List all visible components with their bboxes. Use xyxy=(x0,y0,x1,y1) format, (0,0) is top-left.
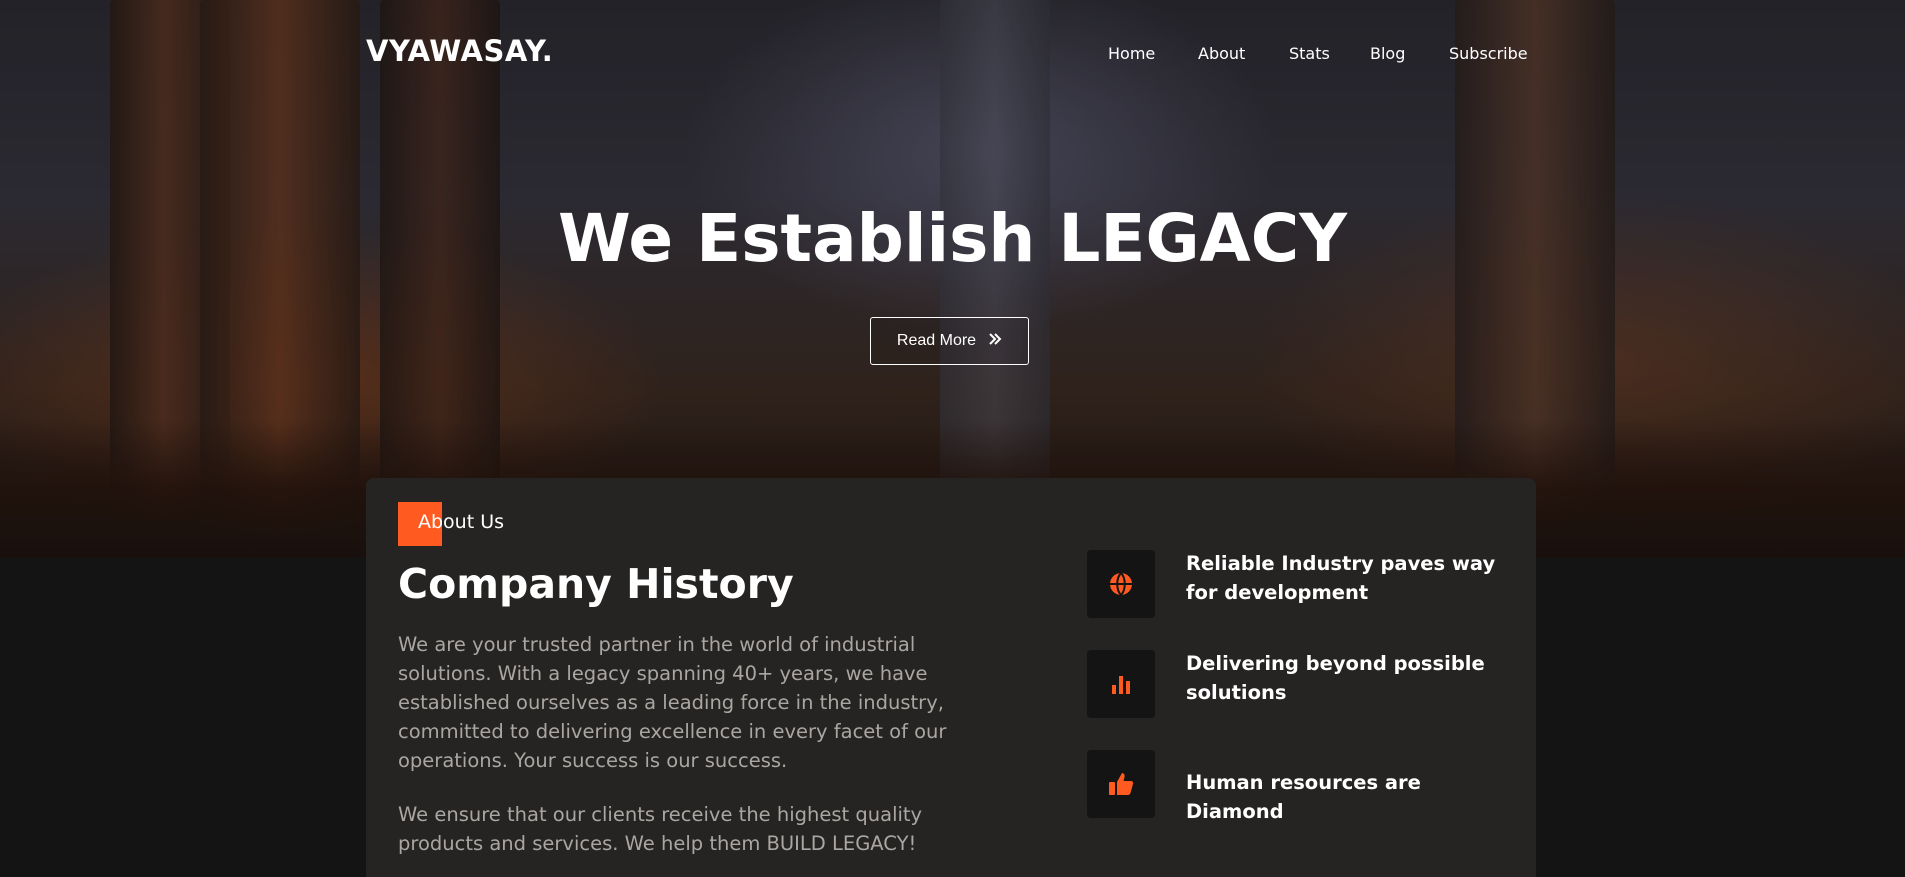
nav-blog[interactable]: Blog xyxy=(1370,44,1405,63)
nav-stats[interactable]: Stats xyxy=(1289,44,1330,63)
about-paragraph: We ensure that our clients receive the h… xyxy=(398,803,923,855)
nav-subscribe[interactable]: Subscribe xyxy=(1449,44,1528,63)
nav-home[interactable]: Home xyxy=(1108,44,1155,63)
double-chevron-right-icon xyxy=(988,331,1002,351)
nav-about[interactable]: About xyxy=(1198,44,1245,63)
about-paragraph: We are your trusted partner in the world… xyxy=(398,633,947,772)
about-badge-label: About Us xyxy=(418,511,505,533)
about-card: About Us Company History We are your tru… xyxy=(366,478,1536,877)
company-history-title: Company History xyxy=(398,560,794,608)
site-logo[interactable]: VYAWASAY. xyxy=(366,34,553,68)
feature-text: Human resources are Diamond xyxy=(1186,771,1421,823)
hero-section xyxy=(0,0,1905,558)
hero-overlay xyxy=(0,0,1905,558)
thumbs-up-icon xyxy=(1087,750,1155,818)
feature-text: Delivering beyond possible solutions xyxy=(1186,652,1485,704)
bar-chart-icon xyxy=(1087,650,1155,718)
globe-icon xyxy=(1087,550,1155,618)
feature-text: Reliable Industry paves way for developm… xyxy=(1186,552,1496,604)
hero-title: We Establish LEGACY xyxy=(557,200,1347,277)
read-more-label: Read More xyxy=(896,332,977,349)
read-more-button[interactable]: Read More xyxy=(870,317,1029,365)
